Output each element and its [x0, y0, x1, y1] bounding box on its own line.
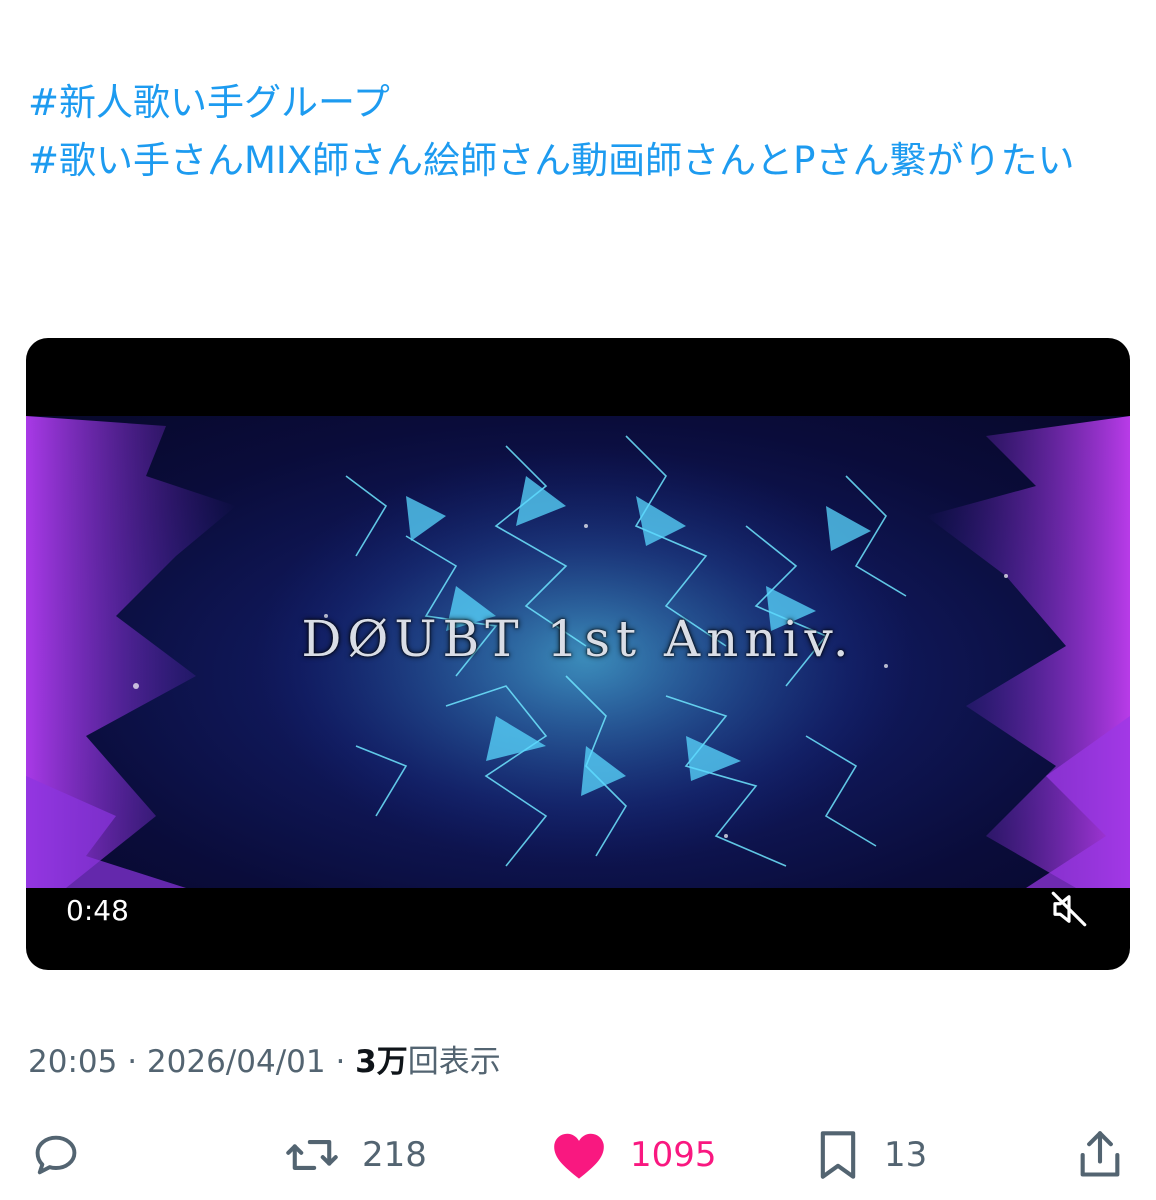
- views-label: 回表示: [407, 1044, 501, 1080]
- reply-icon: [35, 1135, 77, 1175]
- like-count: 1095: [630, 1135, 717, 1175]
- post-meta: 20:05 · 2026/04/01 · 3万回表示: [28, 1036, 501, 1081]
- meta-separator: ·: [325, 1044, 356, 1080]
- mute-button[interactable]: [1048, 888, 1090, 930]
- repost-count: 218: [362, 1135, 427, 1175]
- bookmark-button[interactable]: 13: [814, 1120, 927, 1190]
- like-button[interactable]: 1095: [550, 1120, 717, 1190]
- share-button[interactable]: [1076, 1120, 1124, 1190]
- video-frame[interactable]: DØUBT 1st Anniv.: [26, 416, 1130, 888]
- share-icon: [1080, 1131, 1120, 1177]
- post-time[interactable]: 20:05: [28, 1044, 117, 1080]
- repost-icon: [286, 1140, 338, 1170]
- post-text: #新人歌い手グループ #歌い手さんMIX師さん絵師さん動画師さんとPさん繋がりた…: [28, 74, 1128, 190]
- meta-separator: ·: [117, 1044, 147, 1080]
- heart-icon: [554, 1133, 604, 1179]
- bookmark-icon: [820, 1131, 856, 1179]
- hashtag-link[interactable]: #新人歌い手グループ: [28, 81, 390, 124]
- post-date[interactable]: 2026/04/01: [147, 1044, 326, 1080]
- reply-button[interactable]: [30, 1120, 82, 1190]
- video-title-text: DØUBT 1st Anniv.: [301, 610, 855, 668]
- video-player[interactable]: DØUBT 1st Anniv. 0:48: [26, 338, 1130, 970]
- hashtag-link[interactable]: #歌い手さんMIX師さん絵師さん動画師さんとPさん繋がりたい: [28, 139, 1075, 182]
- repost-button[interactable]: 218: [284, 1120, 427, 1190]
- action-bar: 218 1095 13: [0, 1120, 1156, 1190]
- speaker-muted-icon: [1051, 891, 1087, 927]
- video-duration: 0:48: [66, 894, 129, 927]
- post-detail: #新人歌い手グループ #歌い手さんMIX師さん絵師さん動画師さんとPさん繋がりた…: [0, 0, 1156, 1200]
- views-count: 3万: [355, 1044, 408, 1080]
- bookmark-count: 13: [884, 1135, 928, 1175]
